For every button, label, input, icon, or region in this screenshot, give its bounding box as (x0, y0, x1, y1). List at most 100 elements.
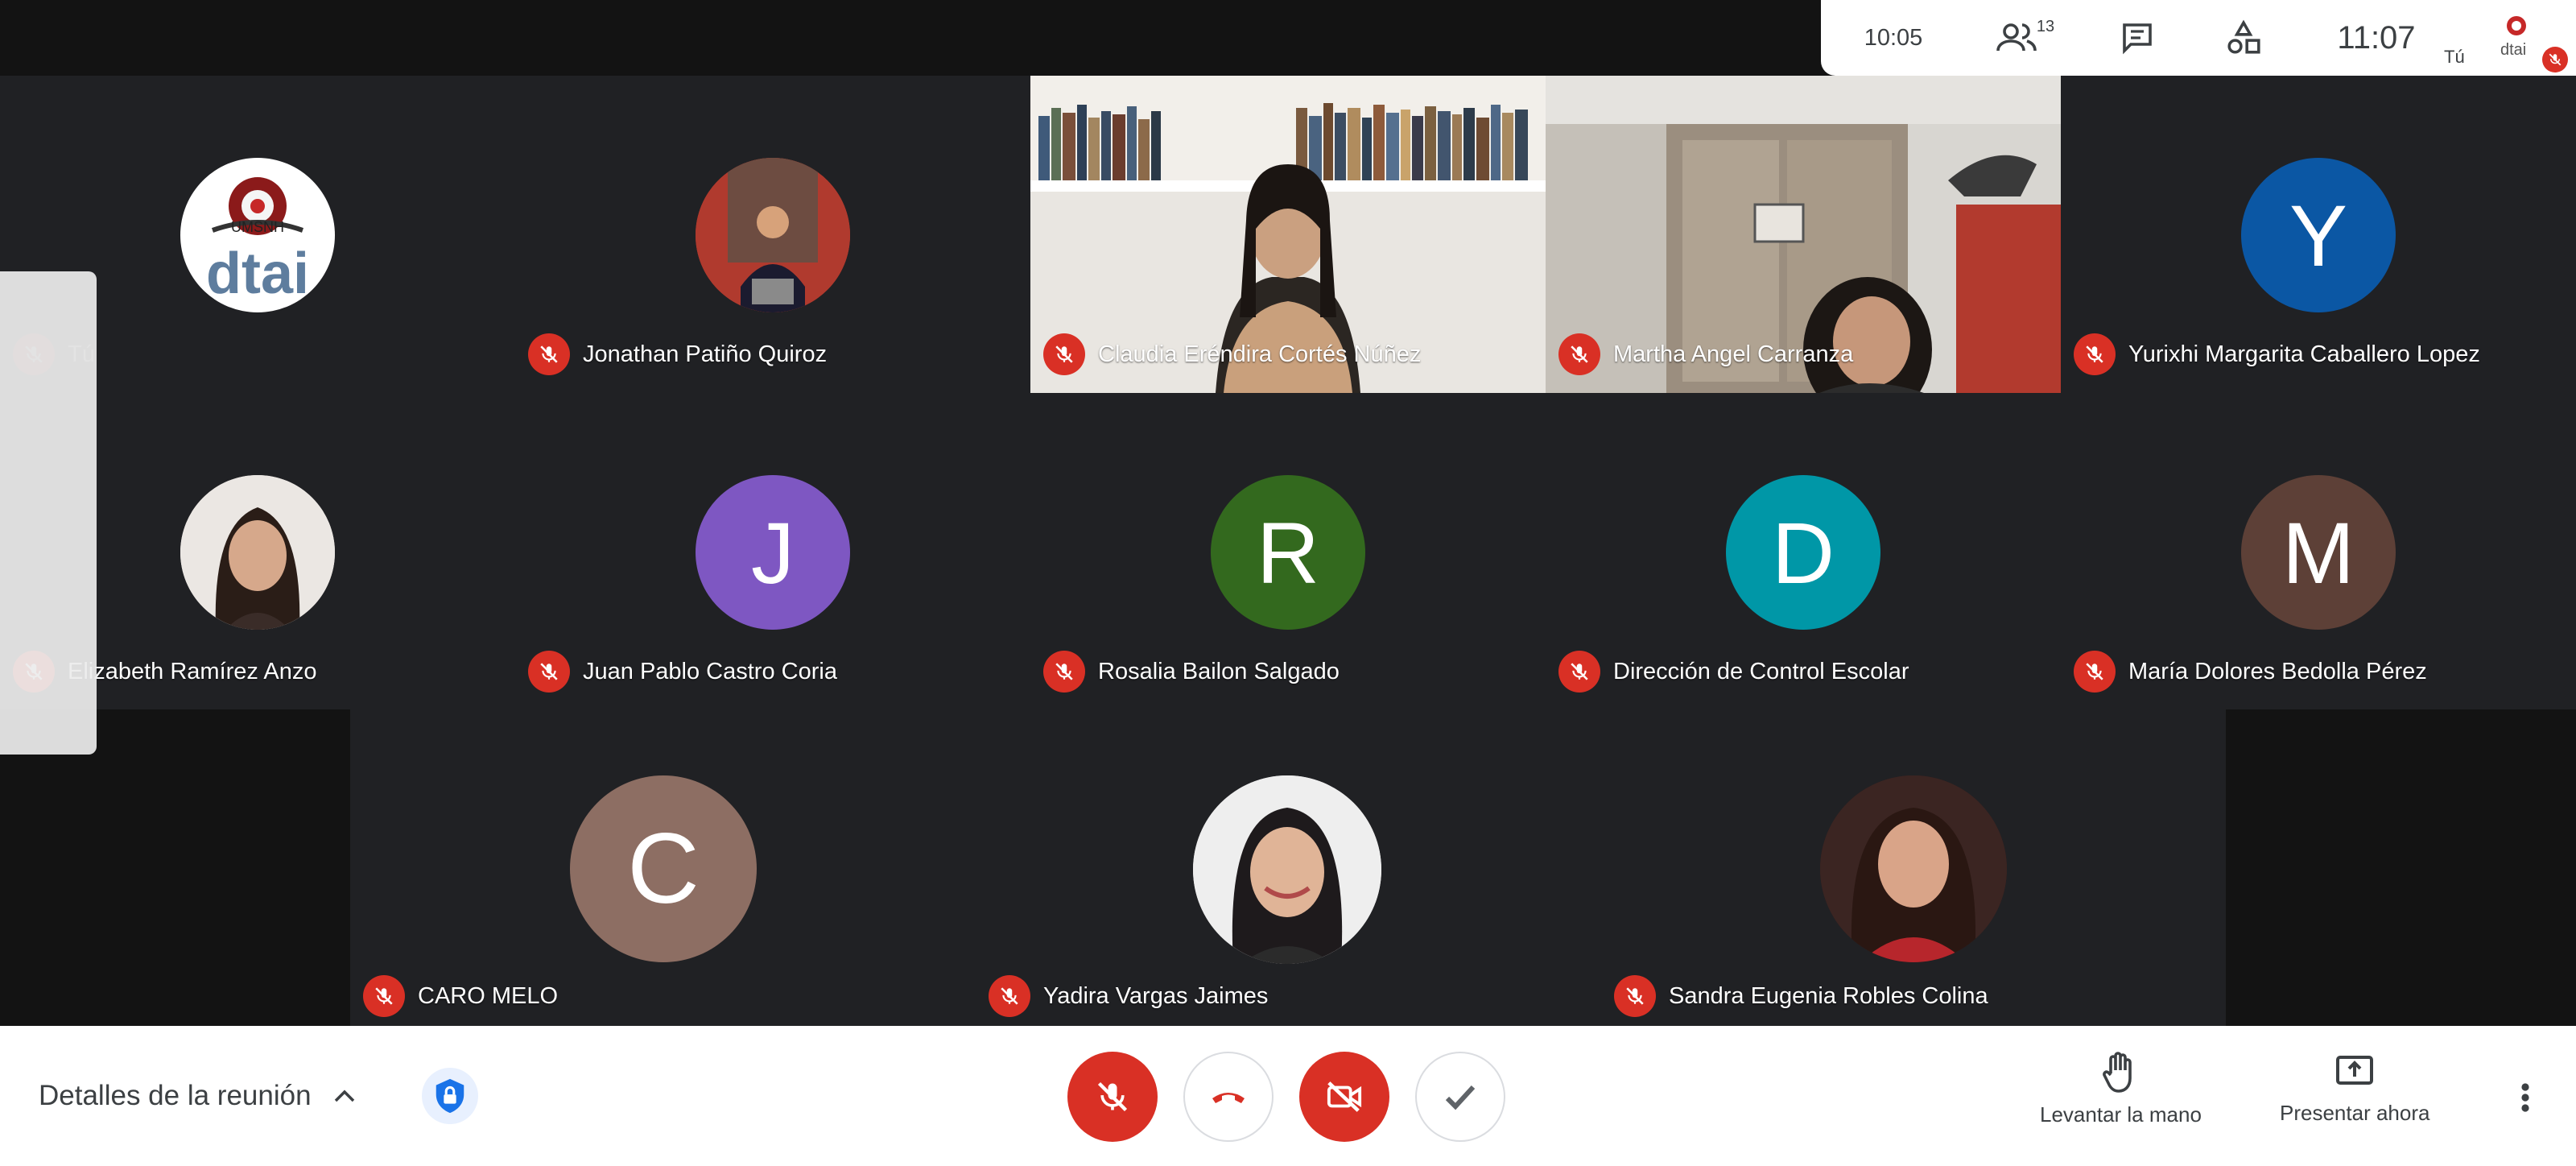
letter-avatar: J (696, 475, 850, 630)
person-photo (696, 158, 850, 312)
participant-name: Sandra Eugenia Robles Colina (1669, 982, 1988, 1009)
person-photo (1820, 775, 2007, 962)
participant-name: Elizabeth Ramírez Anzo (68, 658, 317, 684)
participant-video-tile[interactable]: Claudia Eréndira Cortés Núñez (1030, 76, 1546, 393)
person-photo (180, 475, 335, 630)
dtai-logo-mini: dtai (2500, 16, 2526, 59)
meeting-details-button[interactable]: Detalles de la reunión (39, 1026, 357, 1166)
security-shield-button[interactable] (422, 1068, 478, 1124)
mic-off-badge (528, 333, 570, 375)
participant-photo (1193, 775, 1381, 964)
mic-off-badge (1558, 651, 1600, 693)
mic-off-badge (989, 975, 1030, 1017)
person-photo (1193, 775, 1381, 964)
svg-text:dtai: dtai (2500, 41, 2526, 59)
mic-off-badge (2074, 651, 2116, 693)
mic-off-icon (2086, 663, 2103, 680)
participant-tile[interactable]: Sandra Eugenia Robles Colina (1601, 709, 2226, 1026)
participant-name: Yadira Vargas Jaimes (1043, 982, 1269, 1009)
present-screen-icon (2336, 1056, 2374, 1085)
self-preview[interactable]: Tú dtai (2439, 0, 2576, 76)
mic-off-icon (1626, 987, 1644, 1005)
hang-up-icon (1212, 1093, 1245, 1103)
participant-name: Rosalia Bailon Salgado (1098, 658, 1340, 684)
participant-tile[interactable]: Y Yurixhi Margarita Caballero Lopez (2061, 76, 2576, 392)
svg-text:dtai: dtai (206, 242, 309, 306)
participant-tile[interactable]: D Dirección de Control Escolar (1546, 393, 2061, 709)
participant-tile[interactable]: M María Dolores Bedolla Pérez (2061, 393, 2576, 709)
mic-off-icon (540, 663, 558, 680)
more-options-button[interactable] (2507, 1079, 2544, 1116)
participant-tile[interactable]: J Juan Pablo Castro Coria (515, 393, 1030, 709)
dtai-logo-avatar: UMSNH dtai (180, 158, 335, 312)
self-label: Tú (2444, 47, 2465, 67)
shield-lock-icon (436, 1078, 464, 1114)
participant-tile[interactable]: Yadira Vargas Jaimes (976, 709, 1601, 1026)
people-icon (1996, 23, 2037, 52)
mic-off-badge (2074, 333, 2116, 375)
side-panel-collapsed[interactable] (0, 271, 97, 755)
letter-avatar: Y (2241, 158, 2396, 312)
participant-photo (180, 475, 335, 630)
meet-window: 10:05 13 11:07 Tú dtai UMSNH dtai Jonath… (0, 0, 2576, 1166)
participant-tile[interactable]: C CARO MELO (350, 709, 976, 1026)
participant-name: Jonathan Patiño Quiroz (583, 341, 828, 367)
participant-name: María Dolores Bedolla Pérez (2128, 658, 2427, 684)
mic-off-icon (1055, 345, 1073, 363)
chat-icon (2123, 23, 2152, 55)
letter-avatar: R (1211, 475, 1365, 630)
grid-side-band-right (2226, 709, 2576, 1026)
raise-hand-button[interactable]: Levantar la mano (2040, 1051, 2202, 1127)
participant-name: Juan Pablo Castro Coria (583, 658, 837, 684)
meeting-info-panel: 10:05 13 11:07 (1821, 0, 2439, 76)
participant-name: Claudia Eréndira Cortés Núñez (1098, 341, 1422, 367)
letter-avatar: D (1726, 475, 1880, 630)
clock: 11:07 (2337, 19, 2416, 56)
participant-tile[interactable]: R Rosalia Bailon Salgado (1030, 393, 1546, 709)
mic-off-icon (1055, 663, 1073, 680)
camera-toggle-button[interactable] (1299, 1052, 1389, 1142)
participant-photo (1820, 775, 2007, 962)
mic-off-badge (1043, 651, 1085, 693)
participant-tile[interactable]: Jonathan Patiño Quiroz (515, 76, 1030, 392)
meeting-timer: 10:05 (1864, 24, 1923, 51)
letter-avatar: C (570, 775, 757, 962)
participant-name: CARO MELO (418, 982, 559, 1009)
meeting-details-label: Detalles de la reunión (39, 1080, 312, 1111)
mic-off-icon (375, 987, 393, 1005)
present-now-button[interactable]: Presentar ahora (2280, 1051, 2429, 1126)
mic-off-icon (540, 345, 558, 363)
participant-name: Dirección de Control Escolar (1613, 658, 1909, 684)
check-icon (1445, 1085, 1476, 1110)
mic-off-badge (528, 651, 570, 693)
hand-icon (2103, 1052, 2132, 1093)
participant-photo (696, 158, 850, 312)
participant-video-tile[interactable]: Martha Angel Carranza (1546, 76, 2061, 393)
mic-off-icon (2549, 53, 2562, 66)
mic-off-icon (1001, 987, 1018, 1005)
activities-button[interactable] (2199, 0, 2288, 76)
mic-off-badge (1614, 975, 1656, 1017)
chevron-up-icon (334, 1090, 354, 1102)
people-button[interactable]: 13 (1982, 0, 2070, 76)
dtai-logo: UMSNH dtai (206, 177, 309, 306)
letter-avatar: M (2241, 475, 2396, 630)
shapes-icon (2227, 19, 2260, 54)
mic-off-icon (1571, 345, 1588, 363)
present-now-label: Presentar ahora (2280, 1101, 2430, 1125)
grid-side-band-left (0, 709, 350, 1026)
more-vert-icon (2521, 1083, 2529, 1112)
mic-toggle-button[interactable] (1067, 1052, 1158, 1142)
mic-off-icon (2086, 345, 2103, 363)
participant-name: Martha Angel Carranza (1613, 341, 1854, 367)
raise-hand-label: Levantar la mano (2040, 1102, 2202, 1127)
participant-count: 13 (2036, 17, 2055, 35)
mic-off-badge (1043, 333, 1085, 375)
mic-off-icon (1571, 663, 1588, 680)
chat-button[interactable] (2093, 0, 2182, 76)
leave-call-button[interactable] (1183, 1052, 1274, 1142)
mic-off-badge (1558, 333, 1600, 375)
self-mute-indicator (2542, 47, 2568, 72)
mic-off-icon (1097, 1081, 1128, 1112)
check-button[interactable] (1415, 1052, 1505, 1142)
